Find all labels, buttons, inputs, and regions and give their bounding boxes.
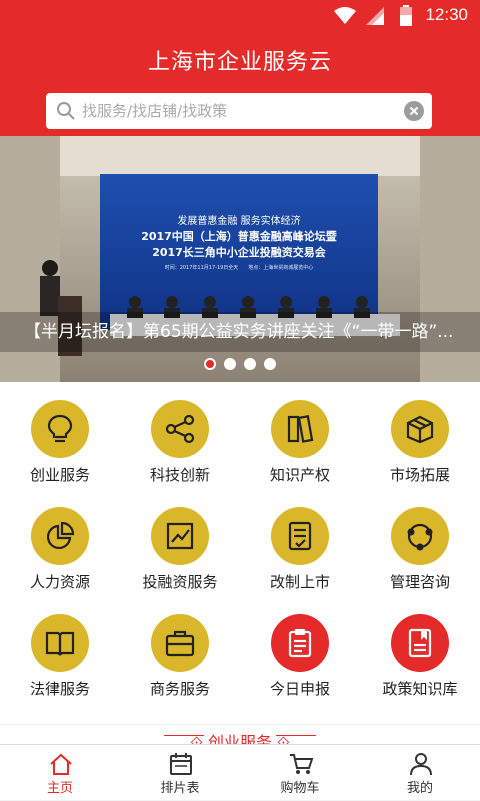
open-book-icon xyxy=(45,631,75,656)
service-label: 法律服务 xyxy=(29,680,90,698)
policy-book-icon xyxy=(408,628,432,658)
tab-home[interactable]: 主页 xyxy=(0,745,120,801)
screen-slogan: 发展普惠金融 服务实体经济 xyxy=(177,214,300,227)
service-item[interactable]: 管理咨询 xyxy=(360,489,480,596)
service-icon-circle xyxy=(271,507,329,565)
search-icon xyxy=(57,102,75,120)
banner-caption[interactable]: 【半月坛报名】第65期公益实务讲座关注《“一带一路”... xyxy=(0,312,480,352)
service-icon-circle xyxy=(391,400,449,458)
service-label: 创业服务 xyxy=(29,466,90,484)
clear-icon[interactable] xyxy=(404,101,424,121)
service-icon-circle xyxy=(31,614,89,672)
box-icon xyxy=(406,415,434,444)
share-nodes-icon xyxy=(165,414,195,444)
screen-heading-1: 2017中国（上海）普惠金融高峰论坛暨 xyxy=(141,229,337,243)
banner-carousel[interactable]: 发展普惠金融 服务实体经济 2017中国（上海）普惠金融高峰论坛暨 2017长三… xyxy=(0,136,480,382)
carousel-dot[interactable] xyxy=(264,358,276,370)
tab-label: 购物车 xyxy=(280,781,320,796)
screen-event-info: 时间：2017年11月17-19日全天 地点：上海世贸商城展览中心 xyxy=(165,264,314,271)
pie-chart-icon xyxy=(46,521,75,550)
section-title: ⟐ 创业服务 ⟐ xyxy=(190,733,290,744)
service-label: 今日申报 xyxy=(269,680,330,698)
service-icon-circle xyxy=(391,507,449,565)
service-label: 管理咨询 xyxy=(389,573,450,591)
tab-label: 排片表 xyxy=(160,781,200,796)
carousel-indicator xyxy=(0,355,480,374)
service-item[interactable]: 知识产权 xyxy=(240,382,360,489)
service-icon-circle xyxy=(271,400,329,458)
search-input[interactable] xyxy=(82,97,382,125)
carousel-dot-active[interactable] xyxy=(204,358,216,370)
service-icon-circle xyxy=(151,507,209,565)
books-icon xyxy=(287,415,314,443)
calendar-icon xyxy=(170,753,192,775)
clock-time: 12:30 xyxy=(425,5,468,24)
service-icon-circle xyxy=(31,400,89,458)
service-item[interactable]: 今日申报 xyxy=(240,596,360,703)
page-title: 上海市企业服务云 xyxy=(147,50,332,75)
service-item[interactable]: 科技创新 xyxy=(120,382,240,489)
service-label: 科技创新 xyxy=(149,466,210,484)
search-bar[interactable] xyxy=(46,93,432,129)
briefcase-icon xyxy=(165,630,195,657)
status-bar: 12:30 xyxy=(0,0,480,32)
tab-label: 主页 xyxy=(46,781,73,796)
carousel-dot[interactable] xyxy=(244,358,256,370)
service-item[interactable]: 市场拓展 xyxy=(360,382,480,489)
service-icon-circle xyxy=(31,507,89,565)
trend-chart-icon xyxy=(166,522,194,550)
wifi-icon xyxy=(334,7,356,24)
service-icon-circle xyxy=(391,614,449,672)
tab-user[interactable]: 我的 xyxy=(360,745,480,801)
screen-heading-2: 2017长三角中小企业投融资交易会 xyxy=(152,245,327,259)
service-label: 商务服务 xyxy=(149,680,210,698)
section-header: ⟐ 创业服务 ⟐ xyxy=(0,724,480,744)
service-grid: 创业服务 科技创新 知识产权 市场拓展人力资源 投融资服务 改制上市 管理咨询法律服务 商务服… xyxy=(0,382,480,724)
service-label: 人力资源 xyxy=(29,573,90,591)
bottom-tab-bar: 主页 排片表 购物车 我的 xyxy=(0,744,480,800)
service-item[interactable]: 商务服务 xyxy=(120,596,240,703)
service-label: 知识产权 xyxy=(269,466,330,484)
service-icon-circle xyxy=(271,614,329,672)
carousel-dot[interactable] xyxy=(224,358,236,370)
battery-icon xyxy=(400,5,412,26)
service-label: 改制上市 xyxy=(269,573,330,591)
home-icon xyxy=(50,753,72,775)
tab-cart[interactable]: 购物车 xyxy=(240,745,360,801)
service-label: 投融资服务 xyxy=(142,573,218,591)
service-item[interactable]: 政策知识库 xyxy=(360,596,480,703)
service-label: 市场拓展 xyxy=(389,466,450,484)
service-item[interactable]: 改制上市 xyxy=(240,489,360,596)
service-item[interactable]: 投融资服务 xyxy=(120,489,240,596)
lightbulb-icon xyxy=(47,414,73,443)
cart-icon xyxy=(290,754,314,774)
service-item[interactable]: 人力资源 xyxy=(0,489,120,596)
tab-calendar[interactable]: 排片表 xyxy=(120,745,240,801)
tab-label: 我的 xyxy=(406,781,433,796)
clipboard-icon xyxy=(288,629,312,658)
service-item[interactable]: 法律服务 xyxy=(0,596,120,703)
user-icon xyxy=(410,753,432,776)
service-icon-circle xyxy=(151,400,209,458)
checklist-icon xyxy=(288,521,312,551)
app-header: 上海市企业服务云 xyxy=(0,32,480,136)
network-icon xyxy=(407,523,433,551)
signal-icon xyxy=(366,7,384,25)
service-icon-circle xyxy=(151,614,209,672)
service-item[interactable]: 创业服务 xyxy=(0,382,120,489)
service-label: 政策知识库 xyxy=(382,680,458,698)
